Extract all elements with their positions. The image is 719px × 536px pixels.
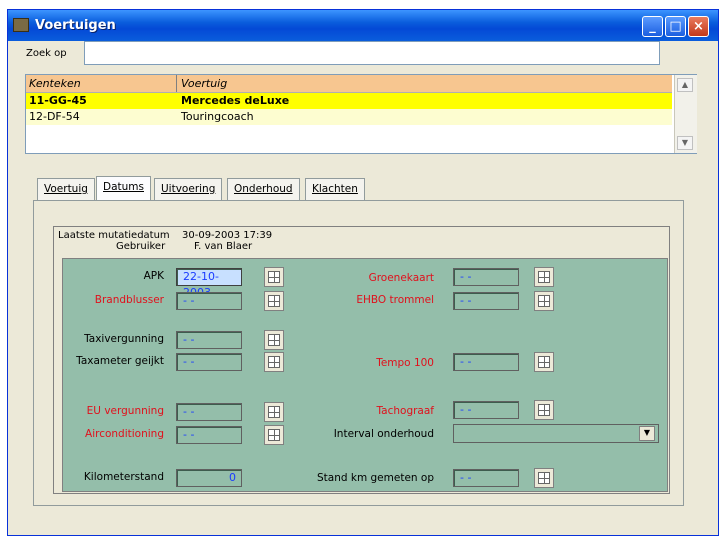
tachograaf-calendar-button[interactable] bbox=[534, 400, 554, 420]
column-divider bbox=[176, 75, 177, 92]
taxivergunning-calendar-button[interactable] bbox=[264, 330, 284, 350]
tachograaf-label: Tachograaf bbox=[376, 405, 434, 417]
stand-km-label: Stand km gemeten op bbox=[317, 472, 434, 484]
maximize-button[interactable]: □ bbox=[665, 16, 686, 37]
tab-klachten[interactable]: Klachten bbox=[305, 178, 365, 200]
tab-onderhoud[interactable]: Onderhoud bbox=[227, 178, 300, 200]
mutation-date-value: 30-09-2003 17:39 bbox=[182, 230, 273, 241]
column-header-kenteken[interactable]: Kenteken bbox=[29, 77, 81, 90]
ehbo-field[interactable]: - - bbox=[453, 292, 519, 310]
eu-vergunning-field[interactable]: - - bbox=[176, 403, 242, 421]
tab-voertuig[interactable]: Voertuig bbox=[37, 178, 95, 200]
close-button[interactable]: × bbox=[688, 16, 709, 37]
airconditioning-calendar-button[interactable] bbox=[264, 425, 284, 445]
cell-kenteken: 11-GG-45 bbox=[29, 94, 87, 107]
eu-vergunning-calendar-button[interactable] bbox=[264, 402, 284, 422]
taxameter-label: Taxameter geijkt bbox=[76, 355, 164, 367]
list-row[interactable]: 12-DF-54 Touringcoach bbox=[26, 109, 672, 125]
stand-km-field[interactable]: - - bbox=[453, 469, 519, 487]
apk-label: APK bbox=[143, 270, 164, 282]
scroll-up-icon[interactable]: ▲ bbox=[677, 78, 693, 92]
minimize-button[interactable]: _ bbox=[642, 16, 663, 37]
list-scrollbar[interactable]: ▲ ▼ bbox=[674, 75, 697, 153]
tab-datums[interactable]: Datums bbox=[96, 176, 151, 200]
scroll-down-icon[interactable]: ▼ bbox=[677, 136, 693, 150]
calendar-picker-icon bbox=[268, 429, 280, 441]
tempo100-label: Tempo 100 bbox=[376, 357, 434, 369]
vehicle-list[interactable]: Kenteken Voertuig 11-GG-45 Mercedes deLu… bbox=[25, 74, 697, 154]
brandblusser-label: Brandblusser bbox=[94, 294, 164, 306]
interval-label: Interval onderhoud bbox=[333, 428, 434, 440]
search-input[interactable] bbox=[84, 41, 660, 65]
calendar-picker-icon bbox=[268, 334, 280, 346]
tempo100-calendar-button[interactable] bbox=[534, 352, 554, 372]
list-header: Kenteken Voertuig bbox=[26, 75, 672, 93]
airconditioning-label: Airconditioning bbox=[85, 428, 164, 440]
mutation-date-label: Laatste mutatiedatum bbox=[58, 230, 170, 241]
airconditioning-field[interactable]: - - bbox=[176, 426, 242, 444]
tempo100-field[interactable]: - - bbox=[453, 353, 519, 371]
chevron-down-icon[interactable]: ▼ bbox=[639, 426, 655, 441]
eu-vergunning-label: EU vergunning bbox=[86, 405, 164, 417]
cell-kenteken: 12-DF-54 bbox=[29, 110, 80, 123]
calendar-picker-icon bbox=[538, 404, 550, 416]
title-bar[interactable]: Voertuigen _ □ × bbox=[8, 10, 718, 41]
column-header-voertuig[interactable]: Voertuig bbox=[181, 77, 227, 90]
taxameter-calendar-button[interactable] bbox=[264, 352, 284, 372]
app-icon bbox=[13, 18, 29, 32]
list-row-selected[interactable]: 11-GG-45 Mercedes deLuxe bbox=[26, 93, 672, 109]
ehbo-calendar-button[interactable] bbox=[534, 291, 554, 311]
groenekaart-calendar-button[interactable] bbox=[534, 267, 554, 287]
groenekaart-field[interactable]: - - bbox=[453, 268, 519, 286]
calendar-picker-icon bbox=[268, 295, 280, 307]
interval-dropdown[interactable] bbox=[453, 424, 659, 443]
cell-voertuig: Mercedes deLuxe bbox=[181, 94, 290, 107]
cell-voertuig: Touringcoach bbox=[181, 110, 254, 123]
apk-calendar-button[interactable] bbox=[264, 267, 284, 287]
tab-uitvoering[interactable]: Uitvoering bbox=[154, 178, 223, 200]
user-label: Gebruiker bbox=[116, 241, 166, 252]
calendar-picker-icon bbox=[538, 356, 550, 368]
stand-km-calendar-button[interactable] bbox=[534, 468, 554, 488]
search-label: Zoek op bbox=[26, 48, 67, 59]
window-title: Voertuigen bbox=[35, 18, 116, 33]
ehbo-label: EHBO trommel bbox=[356, 294, 434, 306]
taxivergunning-label: Taxivergunning bbox=[84, 333, 164, 345]
user-value: F. van Blaer bbox=[194, 241, 253, 252]
calendar-picker-icon bbox=[538, 472, 550, 484]
calendar-picker-icon bbox=[268, 271, 280, 283]
apk-field[interactable]: 22-10-2003 bbox=[176, 268, 242, 299]
calendar-picker-icon bbox=[538, 295, 550, 307]
tachograaf-field[interactable]: - - bbox=[453, 401, 519, 419]
taxivergunning-field[interactable]: - - bbox=[176, 331, 242, 349]
kilometerstand-label: Kilometerstand bbox=[83, 471, 164, 483]
calendar-picker-icon bbox=[268, 356, 280, 368]
kilometerstand-field[interactable]: 0 bbox=[176, 469, 242, 487]
brandblusser-field[interactable]: - - bbox=[176, 292, 242, 310]
taxameter-field[interactable]: - - bbox=[176, 353, 242, 371]
groenekaart-label: Groenekaart bbox=[368, 272, 434, 284]
calendar-picker-icon bbox=[268, 406, 280, 418]
calendar-picker-icon bbox=[538, 271, 550, 283]
brandblusser-calendar-button[interactable] bbox=[264, 291, 284, 311]
